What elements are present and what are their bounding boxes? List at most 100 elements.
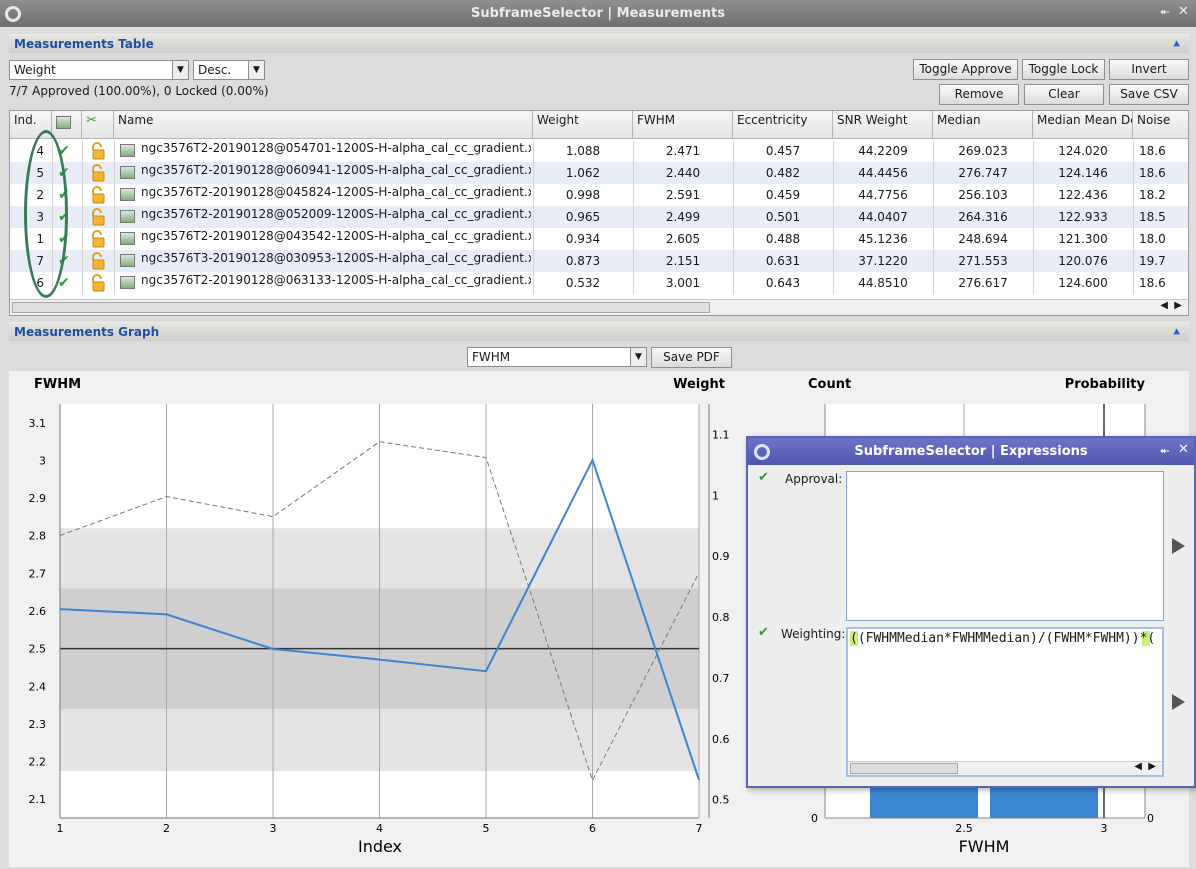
scrollbar-thumb[interactable]: [12, 302, 710, 313]
hist-y2-tick: 0: [1147, 812, 1154, 825]
remove-button[interactable]: Remove: [939, 84, 1019, 105]
cell-ind: 1: [36, 232, 44, 246]
unlocked-icon[interactable]: [90, 186, 106, 204]
column-divider: [733, 206, 734, 228]
approval-expression-input[interactable]: [846, 471, 1164, 621]
measurements-table-header[interactable]: Measurements Table ⯅: [9, 34, 1189, 53]
column-divider: [933, 228, 934, 250]
scroll-left-icon[interactable]: ◀: [1134, 761, 1142, 772]
col-header-eccentricity[interactable]: Eccentricity: [733, 111, 833, 139]
approved-check-icon[interactable]: ✔: [58, 184, 78, 206]
weighting-expression-input[interactable]: ((FWHMMedian*FWHMMedian)/(FWHM*FWHM))*( …: [846, 627, 1164, 777]
approved-check-icon[interactable]: ✔: [58, 206, 78, 228]
approved-check-icon[interactable]: ✔: [58, 272, 78, 294]
cell-median: 269.023: [958, 144, 1008, 158]
approved-check-icon[interactable]: ✔: [58, 250, 78, 272]
table-row[interactable]: 2 0.998 2.591 0.459 44.7756 256.103 122.436 18.…: [10, 184, 1188, 206]
table-row[interactable]: 7 0.873 2.151 0.631 37.1220 271.553 120.076 19.…: [10, 250, 1188, 272]
unlocked-icon[interactable]: [90, 252, 106, 270]
pin-icon[interactable]: ⯬: [1160, 443, 1170, 458]
run-weighting-icon[interactable]: [1172, 694, 1185, 710]
unlocked-icon[interactable]: [90, 208, 106, 226]
scrollbar-thumb[interactable]: [850, 763, 958, 774]
y-tick-label: 3.1: [29, 417, 47, 430]
sort-order-select[interactable]: Desc. ▼: [193, 60, 265, 80]
cell-median: 276.747: [958, 166, 1008, 180]
gear-icon[interactable]: [754, 444, 770, 460]
col-header-fwhm[interactable]: FWHM: [633, 111, 733, 139]
column-divider: [733, 272, 734, 294]
column-divider: [52, 162, 53, 184]
unlocked-icon[interactable]: [90, 230, 106, 248]
sort-field-select[interactable]: Weight ▼: [9, 60, 189, 80]
unlocked-icon[interactable]: [90, 164, 106, 182]
x-tick-label: 6: [589, 822, 596, 835]
save-pdf-button[interactable]: Save PDF: [651, 347, 732, 368]
close-icon[interactable]: ✕: [1178, 4, 1189, 19]
expressions-titlebar[interactable]: SubframeSelector | Expressions: [748, 438, 1194, 465]
approved-check-icon[interactable]: ✔: [58, 140, 78, 162]
approved-check-icon[interactable]: ✔: [58, 228, 78, 250]
approval-status: 7/7 Approved (100.00%), 0 Locked (0.00%): [9, 84, 269, 98]
toggle-lock-button[interactable]: Toggle Lock: [1022, 59, 1105, 80]
graph-property-select[interactable]: FWHM ▼: [467, 347, 647, 367]
expressions-window[interactable]: SubframeSelector | Expressions ⯬ ✕ ✔ App…: [746, 436, 1196, 788]
unlocked-icon[interactable]: [90, 142, 106, 160]
cell-ind: 7: [36, 254, 44, 268]
col-header-snr-weight[interactable]: SNR Weight: [833, 111, 933, 139]
invert-button[interactable]: Invert: [1109, 59, 1189, 80]
x-tick-label: 3: [270, 822, 277, 835]
hist-bar: [990, 785, 1098, 818]
y2-tick-label: 0.9: [712, 550, 730, 563]
toggle-approve-button[interactable]: Toggle Approve: [913, 59, 1018, 80]
column-divider: [82, 184, 83, 206]
cell-ecc: 0.482: [765, 166, 801, 180]
table-row[interactable]: 3 0.965 2.499 0.501 44.0407 264.316 122.933 18.…: [10, 206, 1188, 228]
cell-ecc: 0.457: [765, 144, 801, 158]
clear-button[interactable]: Clear: [1024, 84, 1104, 105]
table-row[interactable]: 5 1.062 2.440 0.482 44.4456 276.747 124.146 18.…: [10, 162, 1188, 184]
col-header-ind[interactable]: Ind.: [10, 111, 52, 139]
column-divider: [833, 140, 834, 162]
col-header-name[interactable]: Name: [114, 111, 533, 139]
col-header-approved[interactable]: [52, 111, 82, 139]
chevron-down-icon: ▼: [248, 61, 264, 79]
table-row[interactable]: 6 0.532 3.001 0.643 44.8510 276.617 124.600 18.…: [10, 272, 1188, 294]
table-row[interactable]: 1 0.934 2.605 0.488 45.1236 248.694 121.300 18.…: [10, 228, 1188, 250]
y-axis-label: FWHM: [34, 377, 81, 392]
pin-icon[interactable]: ⯬: [1160, 4, 1170, 19]
table-horizontal-scrollbar[interactable]: ◀ ▶: [10, 299, 1188, 315]
column-divider: [533, 184, 534, 206]
collapse-icon[interactable]: ⯅: [1172, 35, 1181, 54]
collapse-icon[interactable]: ⯅: [1172, 323, 1181, 342]
cell-ind: 4: [36, 144, 44, 158]
cell-snr: 44.4456: [858, 166, 908, 180]
window-title: SubframeSelector | Measurements: [471, 6, 725, 21]
close-icon[interactable]: ✕: [1178, 442, 1189, 457]
measurements-graph-header[interactable]: Measurements Graph ⯅: [9, 322, 1189, 341]
expression-scrollbar[interactable]: ◀ ▶: [848, 761, 1162, 775]
gear-icon[interactable]: [5, 6, 21, 22]
column-divider: [733, 140, 734, 162]
cell-fwhm: 2.440: [665, 166, 701, 180]
column-divider: [933, 184, 934, 206]
cell-snr: 44.2209: [858, 144, 908, 158]
col-header-noise[interactable]: Noise: [1133, 111, 1188, 139]
measurements-table[interactable]: Ind. ✂ Name Weight FWHM Eccentricity SNR…: [9, 110, 1189, 316]
section-title: Measurements Table: [14, 37, 154, 51]
cell-fwhm: 2.471: [665, 144, 701, 158]
col-header-locked[interactable]: ✂: [82, 111, 114, 139]
cell-weight: 0.532: [565, 276, 601, 290]
unlocked-icon[interactable]: [90, 274, 106, 292]
approved-check-icon[interactable]: ✔: [58, 162, 78, 184]
cell-snr: 44.0407: [858, 210, 908, 224]
table-row[interactable]: 4 1.088 2.471 0.457 44.2209 269.023 124.020 18.…: [10, 140, 1188, 162]
run-approval-icon[interactable]: [1172, 538, 1185, 554]
scroll-right-icon[interactable]: ▶: [1174, 300, 1182, 311]
col-header-weight[interactable]: Weight: [533, 111, 633, 139]
scroll-left-icon[interactable]: ◀: [1160, 300, 1168, 311]
scroll-right-icon[interactable]: ▶: [1148, 761, 1156, 772]
save-csv-button[interactable]: Save CSV: [1109, 84, 1189, 105]
col-header-median-mean-dev[interactable]: Median Mean De: [1033, 111, 1133, 139]
col-header-median[interactable]: Median: [933, 111, 1033, 139]
